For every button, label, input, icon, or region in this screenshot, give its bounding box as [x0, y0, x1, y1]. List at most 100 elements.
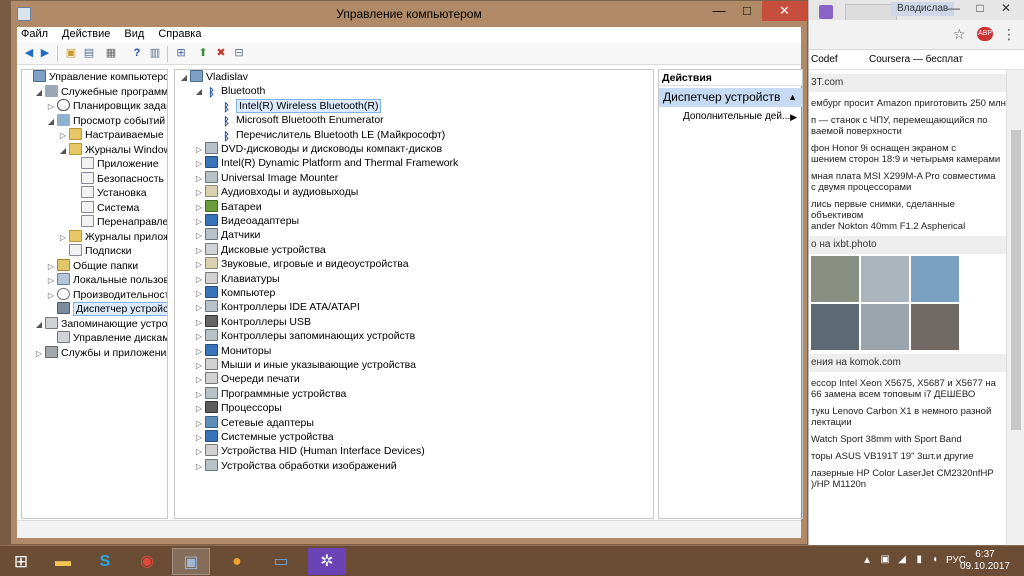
tree-item[interactable]: Перенаправлен — [70, 215, 167, 229]
tree-item[interactable]: ◢ Запоминающие устройст — [34, 316, 167, 332]
expand-icon[interactable]: ▷ — [194, 359, 204, 373]
collapse-icon[interactable]: ◢ — [34, 318, 44, 332]
expand-icon[interactable]: ▷ — [194, 258, 204, 272]
tree-item[interactable]: ▷ Звуковые, игровые и видеоустройства — [194, 257, 409, 271]
expand-icon[interactable]: ▷ — [194, 186, 204, 200]
tree-item[interactable]: Диспетчер устройств — [46, 302, 167, 316]
expand-icon[interactable]: ▷ — [194, 273, 204, 287]
photo-thumbnail[interactable] — [861, 304, 909, 350]
update-driver-icon[interactable]: ⬆ — [195, 46, 211, 61]
expand-icon[interactable]: ▷ — [194, 316, 204, 330]
expand-icon[interactable]: ▷ — [194, 301, 204, 315]
expand-icon[interactable]: ▷ — [194, 157, 204, 171]
tree-item[interactable]: ▷ Очереди печати — [194, 372, 300, 386]
tree-item[interactable]: ▷ Контроллеры USB — [194, 314, 311, 330]
tree-item[interactable]: ▷ Сетевые адаптеры — [194, 415, 314, 430]
expand-icon[interactable]: ▷ — [194, 143, 204, 157]
news-link[interactable]: лазерные HP Color LaserJet CM2320nfHP )/… — [811, 468, 1006, 490]
browser-minimize-button[interactable]: — — [941, 0, 967, 18]
tree-item[interactable]: ▷ Датчики — [194, 228, 260, 242]
photo-thumbnail[interactable] — [911, 304, 959, 350]
expand-icon[interactable]: ▷ — [194, 431, 204, 445]
settings-icon[interactable]: ✲ — [308, 548, 346, 575]
skype-icon[interactable]: S — [86, 548, 124, 575]
news-link[interactable]: мная плата MSI X299M-A Pro совместима с … — [811, 171, 1006, 193]
tree-item[interactable]: ▷ Дисковые устройства — [194, 242, 326, 257]
news-link[interactable]: ембург просит Amazon приготовить 250 млн — [811, 98, 1006, 109]
expand-icon[interactable]: ▷ — [194, 229, 204, 243]
bookmark-item[interactable]: Coursera — бесплат — [869, 54, 963, 65]
tree-item[interactable]: Подписки — [58, 244, 132, 258]
expand-icon[interactable]: ▷ — [194, 287, 204, 301]
menu-help[interactable]: Справка — [158, 27, 201, 43]
chrome-icon[interactable]: ◉ — [128, 548, 166, 575]
browser-maximize-button[interactable]: □ — [967, 0, 993, 18]
expand-icon[interactable]: ▷ — [46, 289, 56, 303]
tree-item[interactable]: ▷ Журналы приложе — [58, 229, 167, 244]
help-icon[interactable]: ? — [129, 46, 145, 61]
bookmark-star-icon[interactable]: ☆ — [953, 26, 966, 43]
browser-close-button[interactable]: ✕ — [993, 0, 1019, 18]
tree-item[interactable]: ▷ Мыши и иные указывающие устройства — [194, 358, 416, 372]
tree-item[interactable]: ᛒ Microsoft Bluetooth Enumerator — [209, 113, 383, 128]
collapse-icon[interactable]: ◢ — [179, 71, 189, 85]
section-header[interactable]: о на ixbt.photo — [809, 236, 1006, 254]
expand-icon[interactable]: ▷ — [194, 215, 204, 229]
adblock-extension-icon[interactable]: ABP — [977, 27, 993, 41]
tree-item[interactable]: ᛒ Intel(R) Wireless Bluetooth(R) — [209, 98, 382, 114]
expand-icon[interactable]: ▷ — [194, 402, 204, 416]
news-link[interactable]: п — станок с ЧПУ, перемещающийся по ваем… — [811, 115, 1006, 137]
up-folder-icon[interactable]: ▣ — [63, 46, 79, 61]
tree-item[interactable]: ◢ Служебные программы — [34, 84, 167, 99]
expand-icon[interactable]: ▷ — [46, 100, 56, 114]
section-header[interactable]: ения на komok.com — [809, 354, 1006, 372]
tree-item[interactable]: ▷ Аудиовходы и аудиовыходы — [194, 185, 358, 199]
show-hide-tree-icon[interactable]: ▤ — [81, 46, 97, 61]
tree-item[interactable]: ◢ ᛒ Bluetooth — [194, 84, 265, 99]
browser-scrollbar[interactable] — [1006, 70, 1024, 545]
expand-icon[interactable]: ▷ — [194, 330, 204, 344]
tree-item[interactable]: ▷ Процессоры — [194, 401, 282, 415]
tree-item[interactable]: ▷ Universal Image Mounter — [194, 170, 338, 186]
tree-item[interactable]: ▷ Системные устройства — [194, 430, 334, 444]
clock[interactable]: 6:37 09.10.2017 — [960, 549, 1010, 573]
news-link[interactable]: ессор Intel Xeon X5675, X5687 и X5677 на… — [811, 378, 1006, 400]
remote-desktop-icon[interactable]: ▭ — [262, 548, 300, 575]
tree-item[interactable]: ▷ Контроллеры IDE ATA/ATAPI — [194, 300, 360, 314]
tree-item[interactable]: Управление компьютером (л — [22, 70, 167, 84]
collapse-icon[interactable]: ◢ — [58, 144, 68, 158]
expand-icon[interactable]: ▷ — [194, 373, 204, 387]
photo-thumbnail[interactable] — [811, 304, 859, 350]
show-hide-action-pane-icon[interactable]: ▥ — [147, 46, 163, 61]
tree-item[interactable]: ◢ Просмотр событий — [46, 113, 165, 128]
news-link[interactable]: Watch Sport 38mm with Sport Band — [811, 434, 1006, 445]
expand-icon[interactable]: ▷ — [58, 129, 68, 143]
news-link[interactable]: торы ASUS VB191T 19" 3шт.и другие — [811, 451, 1006, 462]
tree-item[interactable]: ▷ Контроллеры запоминающих устройств — [194, 329, 415, 343]
scrollbar-thumb[interactable] — [1011, 130, 1021, 430]
expand-icon[interactable]: ▷ — [194, 460, 204, 474]
tree-item[interactable]: ▷ Видеоадаптеры — [194, 214, 299, 228]
forward-arrow-icon[interactable]: ▶ — [37, 46, 53, 61]
actions-section-device-manager[interactable]: Диспетчер устройств ▲ — [659, 88, 802, 107]
tree-item[interactable]: Управление дисками — [46, 331, 167, 345]
news-link[interactable]: тукu Lenovo Carbon X1 в немного разной л… — [811, 406, 1006, 428]
tree-item[interactable]: ▷ Настраиваемые пр — [58, 128, 167, 143]
tree-item[interactable]: ▷ Производительность — [46, 287, 167, 303]
tree-item[interactable]: ▷ Мониторы — [194, 343, 271, 358]
tree-item[interactable]: ◢ Vladislav — [179, 70, 248, 84]
file-explorer-icon[interactable]: ▬ — [44, 548, 82, 575]
menu-view[interactable]: Вид — [124, 27, 144, 43]
computer-management-icon[interactable]: ▣ — [172, 548, 210, 575]
tree-item[interactable]: Система — [70, 200, 139, 215]
back-arrow-icon[interactable]: ◀ — [21, 46, 37, 61]
news-link[interactable]: фон Honor 9i оснащен экраном с шением ст… — [811, 143, 1006, 165]
maximize-button[interactable]: □ — [733, 1, 761, 21]
tree-item[interactable]: Установка — [70, 186, 147, 200]
expand-icon[interactable]: ▷ — [46, 274, 56, 288]
more-actions-item[interactable]: Дополнительные дей... ▶ — [659, 109, 802, 125]
expand-icon[interactable]: ▷ — [194, 172, 204, 186]
tree-item[interactable]: ◢ Журналы Windows — [58, 142, 167, 158]
tree-item[interactable]: ▷ Программные устройства — [194, 386, 346, 401]
tree-item[interactable]: ▷ Локальные пользовате — [46, 273, 167, 288]
